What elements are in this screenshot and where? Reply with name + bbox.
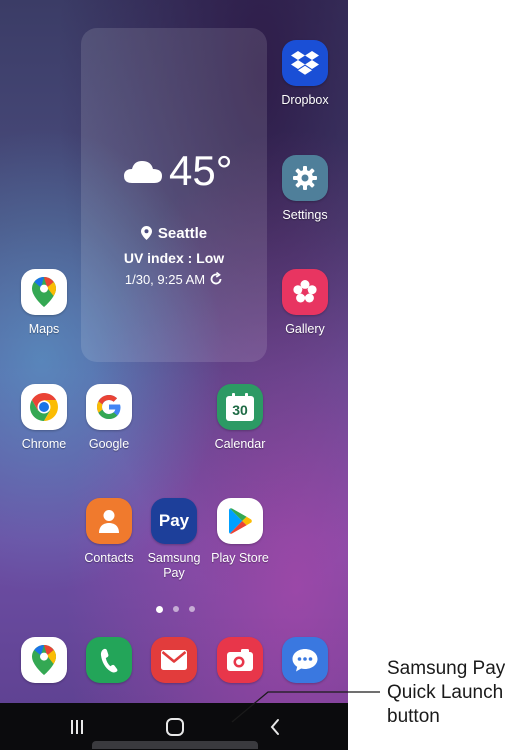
app-label: Samsung Pay [147, 551, 201, 580]
google-icon [86, 384, 132, 430]
app-play-store[interactable]: Play Store [205, 498, 275, 566]
chrome-icon [21, 384, 67, 430]
update-time: 1/30, 9:25 AM [124, 272, 206, 287]
callout-line-1: Samsung Pay [387, 658, 505, 679]
messages-icon [282, 637, 328, 683]
app-label: Settings [282, 208, 328, 222]
uv-index: UV index : Low [123, 250, 225, 266]
app-contacts[interactable]: Contacts [74, 498, 144, 566]
weather-current: 45° [123, 146, 263, 196]
email-icon [151, 637, 197, 683]
maps-icon [21, 637, 67, 683]
location-pin-icon [140, 226, 152, 240]
temperature: 45° [169, 147, 233, 194]
app-label: Play Store [211, 551, 269, 565]
app-label: Contacts [84, 551, 134, 565]
app-chrome[interactable]: Chrome [9, 384, 79, 452]
callout-annotation: Samsung Pay Quick Launch button [387, 657, 505, 729]
app-label: Dropbox [281, 93, 329, 107]
dock-maps[interactable] [9, 637, 79, 683]
page-dot [172, 606, 179, 612]
app-calendar[interactable]: 30 Calendar [205, 384, 275, 452]
dock-camera[interactable] [205, 637, 275, 683]
app-label: Calendar [214, 437, 266, 451]
dock-email[interactable] [139, 637, 209, 683]
maps-icon [21, 269, 67, 315]
recents-button[interactable] [62, 713, 92, 741]
person-icon [86, 498, 132, 544]
dock-messages[interactable] [270, 637, 340, 683]
camera-icon [217, 637, 263, 683]
calendar-day: 30 [232, 402, 248, 418]
callout-line-2: Quick Launch [387, 682, 504, 703]
samsung-pay-icon-text: Pay [158, 511, 190, 530]
back-icon [270, 719, 279, 735]
dock-phone[interactable] [74, 637, 144, 683]
update-row: 1/30, 9:25 AM [81, 271, 267, 287]
screenshot-figure: 45° Seattle UV index : Low 1/30, 9:25 AM [0, 0, 505, 750]
gear-icon [282, 155, 328, 201]
flower-icon [282, 269, 328, 315]
recents-icon [71, 720, 83, 734]
app-dropbox[interactable]: Dropbox [270, 40, 340, 108]
callout-line-3: button [387, 706, 440, 727]
app-samsung-pay[interactable]: Pay Samsung Pay [139, 498, 209, 581]
page-dot [188, 606, 195, 612]
location-row: Seattle [81, 225, 267, 242]
app-label: Maps [28, 322, 60, 336]
cloud-icon [124, 161, 162, 183]
back-button[interactable] [260, 713, 290, 741]
samsung-pay-icon: Pay [151, 498, 197, 544]
phone-home-screen: 45° Seattle UV index : Low 1/30, 9:25 AM [0, 0, 348, 750]
app-google[interactable]: Google [74, 384, 144, 452]
home-button[interactable] [160, 713, 190, 741]
dropbox-icon [282, 40, 328, 86]
app-label: Gallery [285, 322, 325, 336]
play-store-icon [217, 498, 263, 544]
app-label: Chrome [21, 437, 67, 451]
calendar-icon: 30 [217, 384, 263, 430]
page-indicator[interactable] [152, 605, 198, 613]
city-name: Seattle [157, 225, 208, 242]
app-maps[interactable]: Maps [9, 269, 79, 337]
home-icon [166, 718, 184, 736]
app-gallery[interactable]: Gallery [270, 269, 340, 337]
samsung-pay-quick-launch-button[interactable] [92, 741, 258, 749]
app-label: Google [88, 437, 130, 451]
phone-icon [86, 637, 132, 683]
app-settings[interactable]: Settings [270, 155, 340, 223]
refresh-icon[interactable] [209, 271, 223, 286]
page-dot-active [155, 605, 163, 613]
weather-widget[interactable]: 45° Seattle UV index : Low 1/30, 9:25 AM [81, 28, 267, 362]
